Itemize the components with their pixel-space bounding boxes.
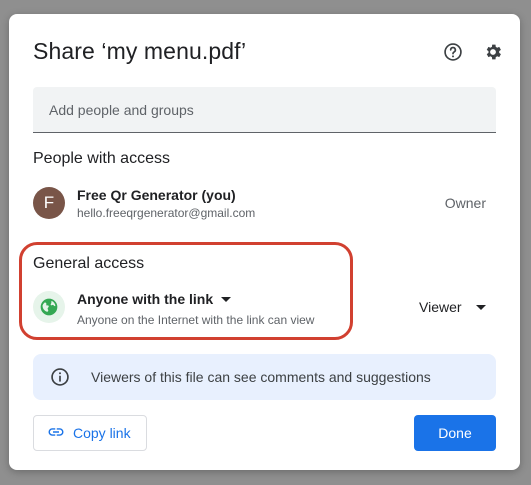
info-banner: Viewers of this file can see comments an… [33,354,496,400]
access-level-label: Anyone with the link [77,291,214,307]
copy-link-button[interactable]: Copy link [33,415,147,451]
copy-link-label: Copy link [73,425,131,441]
caret-down-icon [475,304,486,310]
role-label: Viewer [419,299,462,315]
link-icon [47,423,65,444]
share-dialog: Share ‘my menu.pdf’ People with access F… [9,14,520,470]
info-text: Viewers of this file can see comments an… [91,369,431,385]
person-name: Free Qr Generator (you) [77,187,236,203]
done-button[interactable]: Done [414,415,496,451]
help-icon[interactable] [441,40,465,64]
avatar: F [33,187,65,219]
access-level-dropdown[interactable]: Anyone with the link [77,291,232,307]
people-with-access-heading: People with access [33,150,170,167]
caret-down-icon [221,296,232,302]
person-email: hello.freeqrgenerator@gmail.com [77,206,256,220]
globe-icon [33,291,65,323]
dialog-title: Share ‘my menu.pdf’ [33,38,247,64]
general-access-heading: General access [33,255,145,272]
info-icon [50,367,70,392]
role-dropdown[interactable]: Viewer [419,299,486,315]
add-people-input[interactable] [33,87,496,132]
person-role: Owner [444,195,486,211]
add-people-field[interactable] [33,87,496,133]
gear-icon[interactable] [481,40,505,64]
access-description: Anyone on the Internet with the link can… [77,313,315,327]
